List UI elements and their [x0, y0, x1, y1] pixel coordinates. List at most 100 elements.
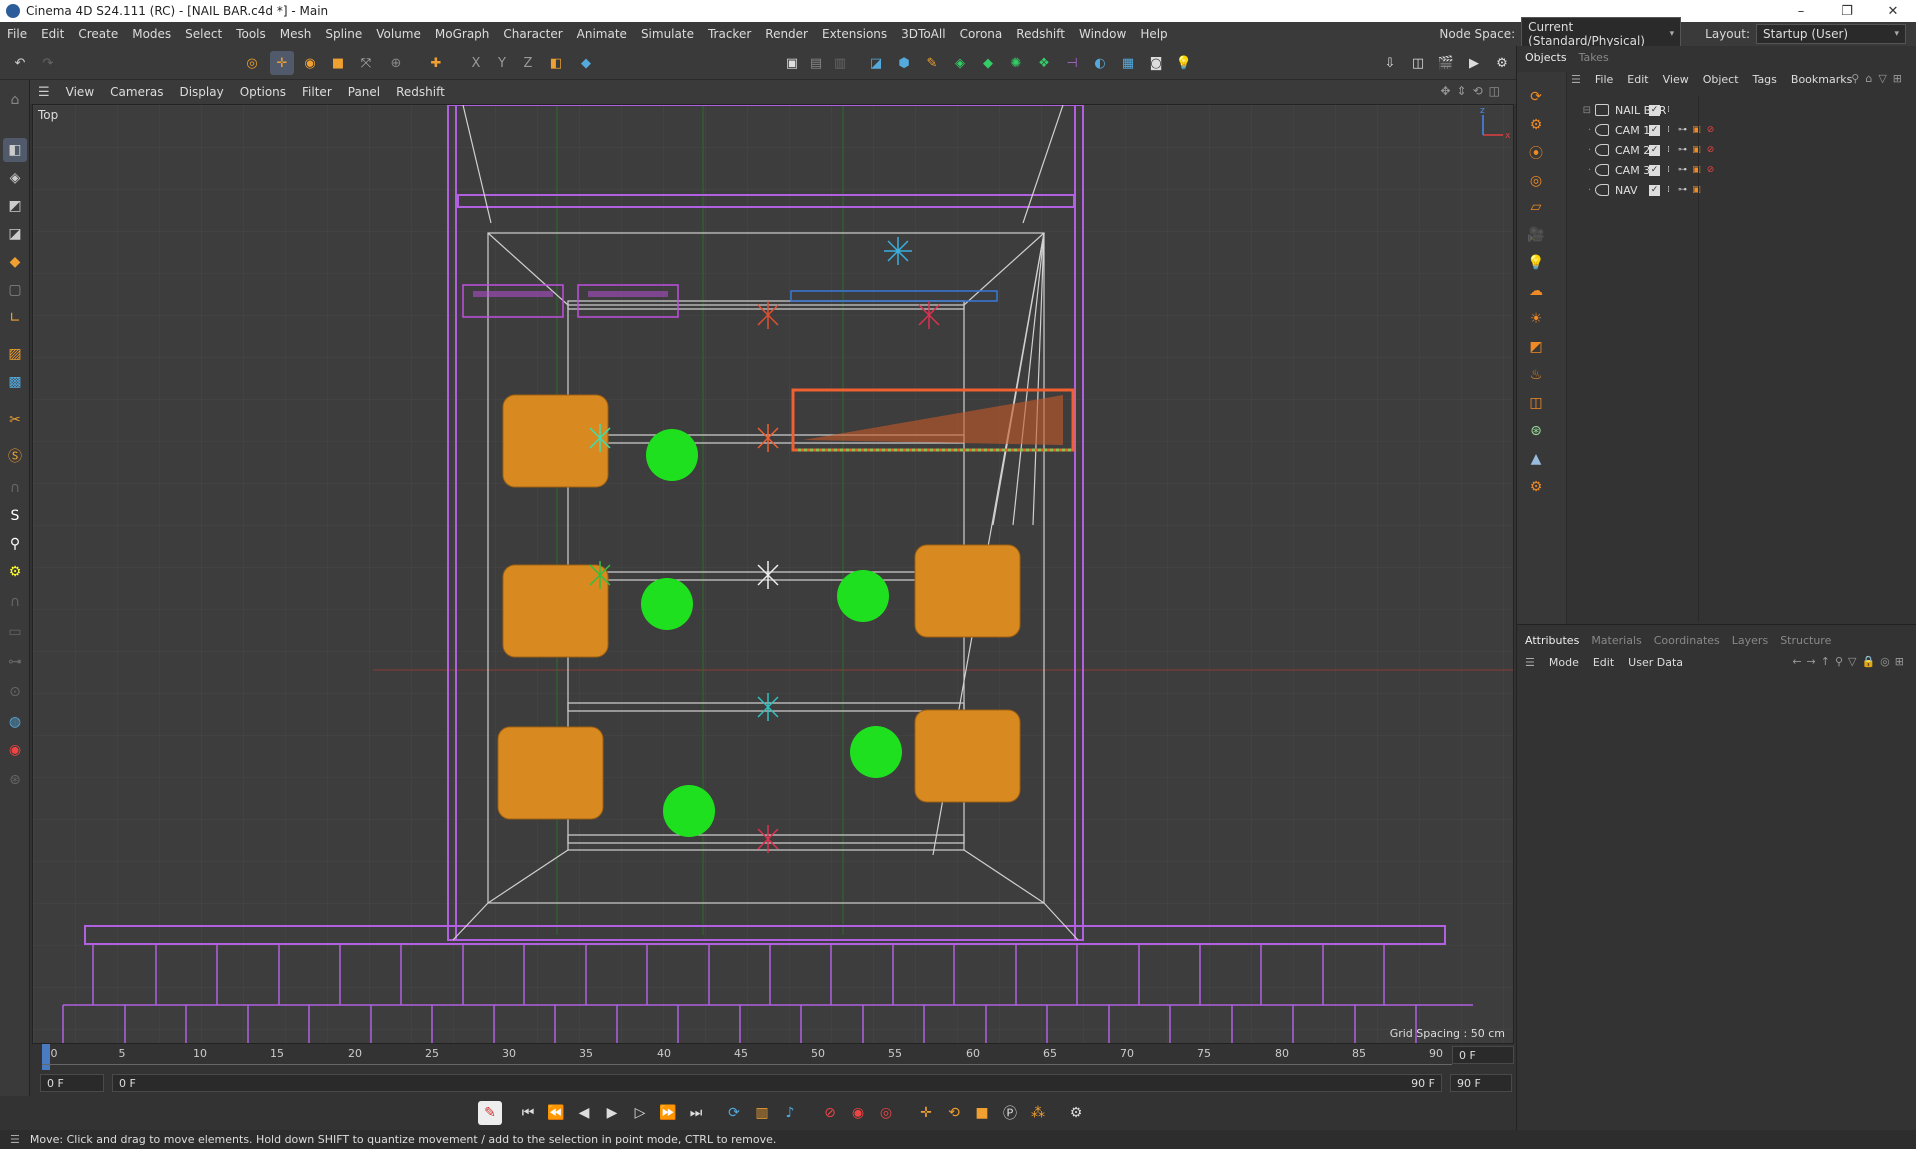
- render-settings-icon[interactable]: ⚙: [1490, 51, 1514, 75]
- workplane-icon[interactable]: ▩: [3, 370, 27, 394]
- previous-key-icon[interactable]: ⏪: [544, 1101, 568, 1125]
- move-tool-icon[interactable]: ✛: [270, 51, 294, 75]
- redshift-camera-tag-icon[interactable]: ▣: [1691, 145, 1702, 156]
- object-row[interactable]: · CAM 1 ✓ ⁞ ⊶ ▣ ⊘: [1569, 120, 1915, 140]
- visibility-dots-icon[interactable]: ⁞: [1663, 185, 1674, 196]
- menu-modes[interactable]: Modes: [125, 27, 178, 41]
- pen-spline-icon[interactable]: ✎: [920, 51, 944, 75]
- play-icon[interactable]: ▶: [600, 1101, 624, 1125]
- menu-select[interactable]: Select: [178, 27, 229, 41]
- hamburger-menu-icon[interactable]: ☰: [30, 85, 58, 100]
- menu-create[interactable]: Create: [71, 27, 125, 41]
- previous-frame-icon[interactable]: ◀: [572, 1101, 596, 1125]
- object-row[interactable]: · CAM 3 ✓ ⁞ ⊶ ▣ ⊘: [1569, 160, 1915, 180]
- magnet-icon[interactable]: ∩: [3, 476, 27, 500]
- attr-menu-user-data[interactable]: User Data: [1628, 656, 1683, 669]
- sound-icon[interactable]: ♪: [778, 1101, 802, 1125]
- redshift-settings-icon[interactable]: ⚙: [1525, 114, 1547, 136]
- menu-mograph[interactable]: MoGraph: [428, 27, 497, 41]
- key-position-icon[interactable]: ✛: [914, 1101, 938, 1125]
- tree-toggle[interactable]: ·: [1569, 125, 1595, 136]
- viewport-menu-options[interactable]: Options: [232, 85, 294, 99]
- visibility-dots-icon[interactable]: ⁞: [1663, 165, 1674, 176]
- om-menu-bookmarks[interactable]: Bookmarks: [1791, 73, 1852, 86]
- autokey-icon[interactable]: ⊘: [818, 1101, 842, 1125]
- tree-toggle[interactable]: ⊟: [1569, 105, 1595, 116]
- axis-mode-icon[interactable]: ∟: [3, 306, 27, 330]
- tree-toggle[interactable]: ·: [1569, 185, 1595, 196]
- menu-window[interactable]: Window: [1072, 27, 1133, 41]
- next-key-icon[interactable]: ⏩: [656, 1101, 680, 1125]
- viewport-menu-filter[interactable]: Filter: [294, 85, 340, 99]
- transform-tool-icon[interactable]: ⤧: [354, 51, 378, 75]
- redshift-camera-icon[interactable]: 🎥: [1525, 224, 1547, 246]
- annotation-icon[interactable]: ⊙: [3, 680, 27, 704]
- scale-tool-icon[interactable]: ◉: [298, 51, 322, 75]
- rotate-tool-icon[interactable]: ■: [326, 51, 350, 75]
- menu-tools[interactable]: Tools: [229, 27, 273, 41]
- texture-mode-icon[interactable]: ◈: [3, 166, 27, 190]
- lock-y-axis-icon[interactable]: Y: [490, 51, 514, 75]
- live-selection-icon[interactable]: ◎: [240, 51, 264, 75]
- make-editable-icon[interactable]: ⌂: [3, 88, 27, 112]
- menu-corona[interactable]: Corona: [953, 27, 1010, 41]
- target-tag-icon[interactable]: ⊶: [1677, 165, 1688, 176]
- close-button[interactable]: ✕: [1870, 0, 1916, 22]
- object-row[interactable]: ⊟ NAIL BAR ✓ ⁞: [1569, 100, 1915, 120]
- render-view-icon[interactable]: 🎬: [1434, 51, 1458, 75]
- menu-volume[interactable]: Volume: [369, 27, 428, 41]
- menu-render[interactable]: Render: [758, 27, 815, 41]
- attr-menu-mode[interactable]: Mode: [1549, 656, 1579, 669]
- placement-tool-icon[interactable]: ⊕: [384, 51, 408, 75]
- tree-toggle[interactable]: ·: [1569, 165, 1595, 176]
- timeline-markers-icon[interactable]: ▥: [750, 1101, 774, 1125]
- timeline-ruler[interactable]: 0 5 10 15 20 25 30 35 40 45 50 55 60 65 …: [32, 1044, 1516, 1070]
- sculpt-icon[interactable]: S: [3, 504, 27, 528]
- enable-checkbox[interactable]: ✓: [1649, 164, 1660, 176]
- render-region-icon[interactable]: ▣: [780, 51, 804, 75]
- uv-mode-icon[interactable]: ▢: [3, 278, 27, 302]
- viewport-menu-panel[interactable]: Panel: [340, 85, 388, 99]
- world-axis-icon[interactable]: ✚: [424, 51, 448, 75]
- attributes-nav-tools[interactable]: ←→↑⚲▽🔒◎⊞: [1792, 655, 1909, 668]
- redo-icon[interactable]: ↷: [36, 51, 60, 75]
- undo-icon[interactable]: ↶: [8, 51, 32, 75]
- viewport-menu-display[interactable]: Display: [171, 85, 231, 99]
- guide-icon[interactable]: ▭: [3, 620, 27, 644]
- tab-coordinates[interactable]: Coordinates: [1654, 634, 1720, 647]
- record-icon[interactable]: ◎: [874, 1101, 898, 1125]
- tweak-icon[interactable]: ⚙: [3, 560, 27, 584]
- render-to-picture-viewer-icon[interactable]: ▶: [1462, 51, 1486, 75]
- redshift-sun-icon[interactable]: ☀: [1525, 308, 1547, 330]
- redshift-light-icon[interactable]: 💡: [1525, 252, 1547, 274]
- om-menu-edit[interactable]: Edit: [1627, 73, 1648, 86]
- redshift-environment-icon[interactable]: ☁: [1525, 280, 1547, 302]
- floor-icon[interactable]: ▦: [1116, 51, 1140, 75]
- measure-icon[interactable]: ⊶: [3, 650, 27, 674]
- om-menu-tags[interactable]: Tags: [1753, 73, 1777, 86]
- menu-mesh[interactable]: Mesh: [273, 27, 319, 41]
- redshift-material-icon[interactable]: ◎: [1525, 170, 1547, 192]
- redshift-render-view-icon[interactable]: ◫: [1406, 51, 1430, 75]
- redshift-camera-tag-icon[interactable]: ▣: [1691, 125, 1702, 136]
- start-frame-field[interactable]: 0 F: [40, 1074, 104, 1092]
- render-queue-icon[interactable]: ▥: [828, 51, 852, 75]
- redshift-fire-icon[interactable]: ♨: [1525, 364, 1547, 386]
- menu-help[interactable]: Help: [1133, 27, 1174, 41]
- top-viewport[interactable]: z x Top Grid Spacing : 50 cm: [32, 104, 1514, 1044]
- snap-settings-icon[interactable]: ✂: [3, 408, 27, 432]
- redshift-shader-graph-icon[interactable]: ⊛: [1525, 420, 1547, 442]
- tab-structure[interactable]: Structure: [1780, 634, 1831, 647]
- minimize-button[interactable]: –: [1778, 0, 1824, 22]
- object-row[interactable]: · CAM 2 ✓ ⁞ ⊶ ▣ ⊘: [1569, 140, 1915, 160]
- redshift-area-light-icon[interactable]: ◩: [1525, 336, 1547, 358]
- tree-toggle[interactable]: ·: [1569, 145, 1595, 156]
- polygons-mode-icon[interactable]: ◆: [3, 250, 27, 274]
- target-tag-icon[interactable]: ⊶: [1677, 125, 1688, 136]
- lock-icon[interactable]: ∩: [3, 590, 27, 614]
- tab-layers[interactable]: Layers: [1732, 634, 1768, 647]
- key-param-icon[interactable]: Ⓟ: [998, 1101, 1022, 1125]
- key-scale-icon[interactable]: ■: [970, 1101, 994, 1125]
- menu-simulate[interactable]: Simulate: [634, 27, 701, 41]
- menu-redshift[interactable]: Redshift: [1009, 27, 1072, 41]
